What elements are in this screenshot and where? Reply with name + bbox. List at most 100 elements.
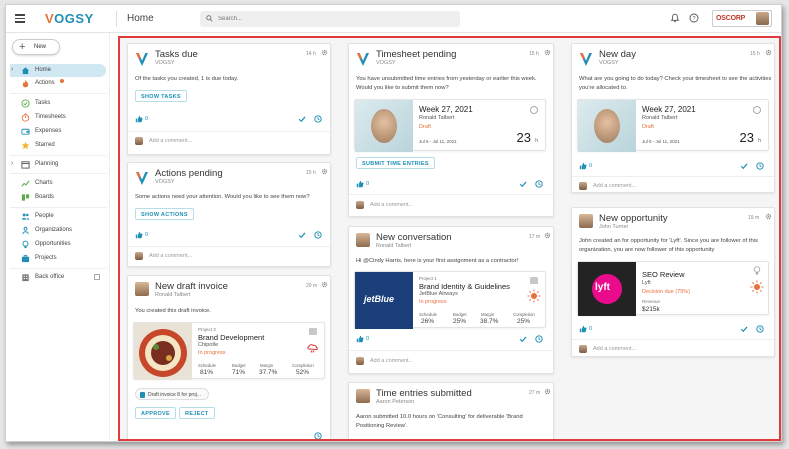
comment-field[interactable]: Add a comment... bbox=[579, 345, 679, 354]
checkmark-icon[interactable] bbox=[740, 162, 748, 170]
new-button[interactable]: + New bbox=[12, 39, 60, 55]
clock-icon[interactable] bbox=[756, 325, 764, 333]
account-switcher[interactable]: OSCORP bbox=[712, 10, 772, 27]
sidebar-item-expenses[interactable]: Expenses bbox=[10, 125, 106, 138]
card-subtitle: John Turner bbox=[599, 224, 629, 230]
comment-field[interactable]: Add a comment... bbox=[356, 357, 456, 366]
attachment-chip[interactable]: Draft invoice 8 for proj... bbox=[135, 388, 209, 400]
sidebar-item-charts[interactable]: Charts bbox=[10, 177, 106, 190]
chevron-right-icon[interactable]: › bbox=[11, 160, 13, 167]
like-button[interactable]: 0 bbox=[135, 231, 151, 239]
user-avatar bbox=[135, 252, 143, 260]
stopwatch-icon bbox=[753, 106, 761, 114]
sidebar-item-boards[interactable]: Boards bbox=[10, 191, 106, 204]
check-circle-icon bbox=[21, 99, 30, 108]
sidebar-item-projects[interactable]: Projects bbox=[10, 252, 106, 265]
opportunity-card[interactable]: lyft SEO Review Lyft Decision due (75%) … bbox=[577, 261, 769, 316]
svg-text:?: ? bbox=[692, 16, 695, 22]
clock-icon[interactable] bbox=[535, 335, 543, 343]
gear-icon[interactable] bbox=[544, 49, 551, 56]
gear-icon[interactable] bbox=[321, 49, 328, 56]
clock-icon[interactable] bbox=[535, 180, 543, 188]
sidebar-item-starred[interactable]: Starred bbox=[10, 139, 106, 152]
timesheet-week-card[interactable]: Week 27, 2021 Ronald Talbert Draft Jul 5… bbox=[354, 99, 546, 152]
card-title: New draft invoice bbox=[155, 281, 228, 292]
sidebar-item-organizations[interactable]: Organizations bbox=[10, 224, 106, 237]
card-subtitle: VOGSY bbox=[376, 60, 396, 66]
reject-button[interactable]: REJECT bbox=[179, 407, 215, 419]
gear-icon[interactable] bbox=[321, 168, 328, 175]
gear-icon[interactable] bbox=[321, 281, 328, 288]
briefcase-icon bbox=[309, 328, 317, 335]
like-count: 0 bbox=[145, 116, 149, 122]
page-title: Home bbox=[127, 13, 154, 24]
approve-button[interactable]: APPROVE bbox=[135, 407, 176, 419]
sidebar-item-people[interactable]: People bbox=[10, 210, 106, 223]
search-icon bbox=[206, 15, 213, 22]
project-card[interactable]: jetBlue Project 1 Brand Identity & Guide… bbox=[354, 271, 546, 329]
like-button[interactable]: 0 bbox=[579, 162, 595, 170]
user-avatar bbox=[356, 201, 364, 209]
sidebar-item-opportunities[interactable]: Opportunities bbox=[10, 238, 106, 251]
checkmark-icon[interactable] bbox=[740, 325, 748, 333]
chevron-right-icon[interactable]: › bbox=[11, 66, 13, 73]
checkmark-icon[interactable] bbox=[519, 335, 527, 343]
gear-icon[interactable] bbox=[765, 213, 772, 220]
submit-time-entries-button[interactable]: SUBMIT TIME ENTRIES bbox=[356, 157, 435, 169]
external-link-icon[interactable] bbox=[94, 274, 100, 280]
timesheet-status: Draft bbox=[419, 124, 431, 130]
like-count: 0 bbox=[589, 326, 593, 332]
help-icon[interactable]: ? bbox=[689, 13, 699, 23]
timesheet-week-card[interactable]: Week 27, 2021 Ronald Talbert Draft Jul 5… bbox=[577, 99, 769, 152]
stopwatch-icon bbox=[21, 113, 30, 122]
comment-field[interactable]: Add a comment... bbox=[356, 201, 456, 210]
gear-icon[interactable] bbox=[544, 388, 551, 395]
sidebar-item-home[interactable]: › Home bbox=[10, 64, 106, 77]
notification-dot bbox=[60, 79, 64, 83]
search-input[interactable] bbox=[218, 13, 448, 25]
sidebar-item-back-office[interactable]: Back office bbox=[10, 271, 106, 284]
card-subtitle: Ronald Talbert bbox=[376, 243, 412, 249]
app-window: VOGSY Home ? OSCORP + New › Home Actions bbox=[5, 4, 782, 442]
briefcase-icon bbox=[21, 254, 30, 263]
search-bar[interactable] bbox=[200, 11, 460, 27]
gear-icon[interactable] bbox=[765, 49, 772, 56]
sidebar-item-timesheets[interactable]: Timesheets bbox=[10, 111, 106, 124]
comment-field[interactable]: Add a comment... bbox=[579, 182, 679, 191]
user-avatar bbox=[135, 282, 149, 296]
card-timesheet-pending: Timesheet pending VOGSY 15 h You have un… bbox=[348, 43, 554, 217]
like-button[interactable]: 0 bbox=[135, 115, 151, 123]
clock-icon[interactable] bbox=[314, 432, 322, 440]
sidebar-item-planning[interactable]: › Planning bbox=[10, 158, 106, 171]
menu-icon[interactable] bbox=[15, 14, 25, 23]
checkmark-icon[interactable] bbox=[519, 180, 527, 188]
vogsy-logo[interactable]: VOGSY bbox=[45, 11, 94, 26]
bell-icon[interactable] bbox=[670, 13, 680, 23]
card-tasks-due: Tasks due VOGSY 14 h Of the tasks you cr… bbox=[127, 43, 331, 155]
client-name: Lyft bbox=[642, 280, 651, 286]
lightbulb-icon bbox=[22, 240, 29, 249]
checkmark-icon[interactable] bbox=[298, 115, 306, 123]
show-tasks-button[interactable]: SHOW TASKS bbox=[135, 90, 187, 102]
show-actions-button[interactable]: SHOW ACTIONS bbox=[135, 208, 194, 220]
timestamp: 15 h bbox=[750, 51, 760, 57]
vogsy-icon bbox=[136, 172, 148, 185]
clock-icon[interactable] bbox=[314, 231, 322, 239]
document-icon bbox=[140, 392, 145, 398]
clock-icon[interactable] bbox=[314, 115, 322, 123]
checkmark-icon[interactable] bbox=[298, 231, 306, 239]
sidebar-item-tasks[interactable]: Tasks bbox=[10, 97, 106, 110]
comment-field[interactable]: Add a comment... bbox=[135, 252, 235, 261]
client-name: JetBlue Airways bbox=[419, 291, 458, 297]
client-name: Chipotle bbox=[198, 342, 219, 348]
divider bbox=[10, 93, 106, 94]
like-button[interactable]: 0 bbox=[579, 325, 595, 333]
divider bbox=[10, 173, 106, 174]
like-button[interactable]: 0 bbox=[356, 180, 372, 188]
comment-field[interactable]: Add a comment... bbox=[135, 137, 235, 146]
clock-icon[interactable] bbox=[756, 162, 764, 170]
project-card[interactable]: Project 3 Brand Development Chipotle In … bbox=[133, 322, 325, 380]
like-button[interactable]: 0 bbox=[356, 335, 372, 343]
gear-icon[interactable] bbox=[544, 232, 551, 239]
sidebar-item-actions[interactable]: Actions bbox=[10, 77, 106, 90]
